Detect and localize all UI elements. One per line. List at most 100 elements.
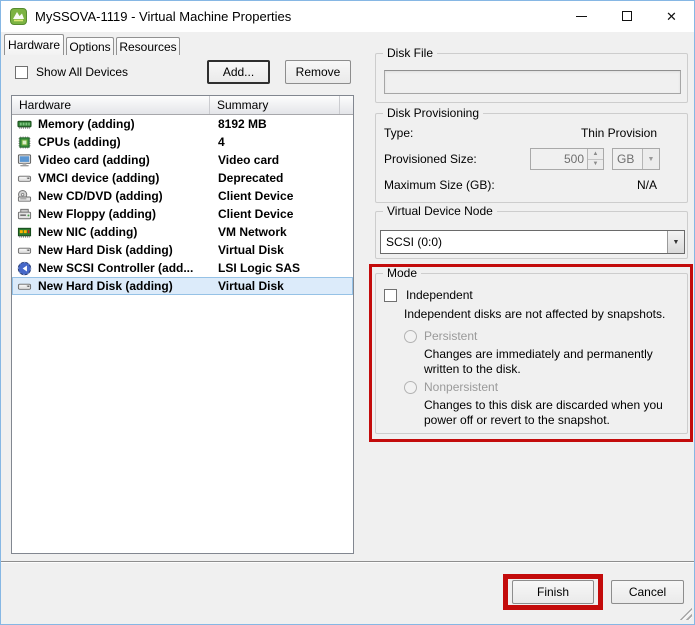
finish-button[interactable]: Finish xyxy=(512,580,594,604)
type-label: Type: xyxy=(384,126,413,140)
mode-group-title: Mode xyxy=(383,266,421,280)
minimize-icon xyxy=(576,16,587,17)
virtual-device-node-group-title: Virtual Device Node xyxy=(383,204,497,218)
checkbox-icon xyxy=(15,66,28,79)
checkbox-icon xyxy=(384,289,397,302)
device-summary: Virtual Disk xyxy=(210,243,353,257)
persistent-description: Changes are immediately and permanently … xyxy=(424,347,686,377)
chevron-down-icon: ▼ xyxy=(642,149,659,169)
device-name: CPUs (adding) xyxy=(38,135,210,149)
add-button[interactable]: Add... xyxy=(207,60,270,84)
show-all-devices-checkbox[interactable]: Show All Devices xyxy=(15,65,128,79)
table-row[interactable]: New Hard Disk (adding)Virtual Disk xyxy=(12,277,353,295)
table-row[interactable]: VMCI device (adding)Deprecated xyxy=(12,169,353,187)
maximum-size-label: Maximum Size (GB): xyxy=(384,178,495,192)
device-name: New SCSI Controller (add... xyxy=(38,261,210,275)
window-title: MySSOVA-1119 - Virtual Machine Propertie… xyxy=(35,9,291,24)
vmware-app-icon xyxy=(10,8,27,25)
stepper-up-icon: ▲ xyxy=(588,149,603,160)
table-row[interactable]: New CD/DVD (adding)Client Device xyxy=(12,187,353,205)
type-value: Thin Provision xyxy=(581,126,657,140)
device-name: Memory (adding) xyxy=(38,117,210,131)
header-hardware[interactable]: Hardware xyxy=(12,96,210,114)
table-row[interactable]: Memory (adding)8192 MB xyxy=(12,115,353,133)
title-bar: MySSOVA-1119 - Virtual Machine Propertie… xyxy=(1,1,694,32)
stepper-down-icon: ▼ xyxy=(588,160,603,170)
device-name: New CD/DVD (adding) xyxy=(38,189,210,203)
provisioned-size-label: Provisioned Size: xyxy=(384,152,477,166)
table-row[interactable]: CPUs (adding)4 xyxy=(12,133,353,151)
maximize-button[interactable] xyxy=(604,1,649,31)
unit-dropdown: GB ▼ xyxy=(612,148,660,170)
memory-icon xyxy=(12,117,38,132)
provisioned-size-stepper: 500 ▲ ▼ xyxy=(530,148,604,170)
device-summary: Client Device xyxy=(210,189,353,203)
device-summary: LSI Logic SAS xyxy=(210,261,353,275)
vmci-device-icon xyxy=(12,171,38,186)
virtual-device-node-value: SCSI (0:0) xyxy=(381,231,667,253)
disk-provisioning-group: Disk Provisioning Type: Thin Provision P… xyxy=(375,113,688,203)
table-row[interactable]: Video card (adding)Video card xyxy=(12,151,353,169)
table-row[interactable]: New Hard Disk (adding)Virtual Disk xyxy=(12,241,353,259)
radio-icon xyxy=(404,381,417,394)
nic-icon xyxy=(12,225,38,240)
hard-disk-icon xyxy=(12,243,38,258)
hardware-table-body: Memory (adding)8192 MBCPUs (adding)4Vide… xyxy=(12,115,353,295)
cd-dvd-icon xyxy=(12,189,38,204)
independent-description: Independent disks are not affected by sn… xyxy=(404,307,674,322)
close-icon: ✕ xyxy=(666,10,677,23)
unit-value: GB xyxy=(613,149,642,169)
tab-options[interactable]: Options xyxy=(66,37,114,55)
nonpersistent-description: Changes to this disk are discarded when … xyxy=(424,398,686,428)
scsi-controller-icon xyxy=(12,261,38,276)
table-row[interactable]: New Floppy (adding)Client Device xyxy=(12,205,353,223)
device-name: New Hard Disk (adding) xyxy=(38,279,210,293)
resize-grip[interactable] xyxy=(678,606,692,620)
disk-file-group: Disk File xyxy=(375,53,688,103)
device-name: New NIC (adding) xyxy=(38,225,210,239)
footer-separator xyxy=(1,561,695,563)
radio-icon xyxy=(404,330,417,343)
tab-resources[interactable]: Resources xyxy=(116,37,180,55)
video-card-icon xyxy=(12,153,38,168)
mode-group: Mode Independent Independent disks are n… xyxy=(375,273,688,434)
device-summary: Client Device xyxy=(210,207,353,221)
disk-provisioning-group-title: Disk Provisioning xyxy=(383,106,483,120)
nonpersistent-radio: Nonpersistent xyxy=(404,380,498,394)
device-summary: 4 xyxy=(210,135,353,149)
maximize-icon xyxy=(622,11,632,21)
virtual-device-node-group: Virtual Device Node SCSI (0:0) ▼ xyxy=(375,211,688,259)
disk-file-group-title: Disk File xyxy=(383,46,437,60)
cpu-icon xyxy=(12,135,38,150)
virtual-device-node-dropdown[interactable]: SCSI (0:0) ▼ xyxy=(380,230,685,254)
device-summary: Virtual Disk xyxy=(210,279,353,293)
tab-hardware[interactable]: Hardware xyxy=(4,34,64,55)
hardware-list-header: Hardware Summary xyxy=(12,96,353,115)
device-name: New Floppy (adding) xyxy=(38,207,210,221)
show-all-devices-label: Show All Devices xyxy=(36,65,128,79)
device-summary: 8192 MB xyxy=(210,117,353,131)
close-button[interactable]: ✕ xyxy=(649,1,694,31)
device-name: New Hard Disk (adding) xyxy=(38,243,210,257)
device-name: Video card (adding) xyxy=(38,153,210,167)
vm-properties-dialog: MySSOVA-1119 - Virtual Machine Propertie… xyxy=(0,0,695,625)
minimize-button[interactable] xyxy=(559,1,604,31)
independent-checkbox[interactable]: Independent xyxy=(384,288,473,302)
maximum-size-value: N/A xyxy=(637,178,657,192)
table-row[interactable]: New SCSI Controller (add...LSI Logic SAS xyxy=(12,259,353,277)
device-summary: VM Network xyxy=(210,225,353,239)
persistent-label: Persistent xyxy=(424,329,477,343)
device-summary: Video card xyxy=(210,153,353,167)
device-summary: Deprecated xyxy=(210,171,353,185)
persistent-radio: Persistent xyxy=(404,329,477,343)
header-filler xyxy=(340,96,353,114)
hardware-list: Hardware Summary Memory (adding)8192 MBC… xyxy=(11,95,354,554)
nonpersistent-label: Nonpersistent xyxy=(424,380,498,394)
disk-file-input xyxy=(384,70,681,94)
table-row[interactable]: New NIC (adding)VM Network xyxy=(12,223,353,241)
remove-button[interactable]: Remove xyxy=(285,60,351,84)
stepper-buttons: ▲ ▼ xyxy=(587,149,603,169)
cancel-button[interactable]: Cancel xyxy=(611,580,684,604)
header-summary[interactable]: Summary xyxy=(210,96,340,114)
device-name: VMCI device (adding) xyxy=(38,171,210,185)
